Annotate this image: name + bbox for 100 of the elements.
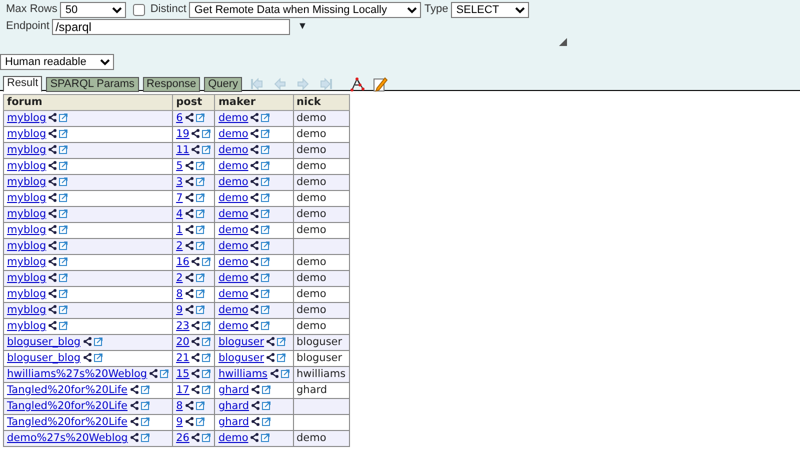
external-link-icon[interactable] [261, 161, 270, 170]
share-icon[interactable] [130, 401, 139, 410]
link[interactable]: bloguser [218, 352, 264, 364]
external-link-icon[interactable] [196, 161, 205, 170]
share-icon[interactable] [130, 385, 139, 394]
external-link-icon[interactable] [261, 113, 270, 122]
share-icon[interactable] [184, 177, 194, 186]
link[interactable]: demo [218, 224, 248, 236]
external-link-icon[interactable] [261, 273, 270, 282]
share-icon[interactable] [184, 161, 194, 170]
external-link-icon[interactable] [262, 417, 272, 426]
link[interactable]: demo [218, 304, 248, 316]
link[interactable]: demo [218, 272, 248, 284]
external-link-icon[interactable] [196, 225, 205, 234]
external-link-icon[interactable] [196, 401, 205, 410]
link[interactable]: 26 [176, 432, 190, 444]
share-icon[interactable] [191, 145, 200, 154]
link[interactable]: demo [218, 128, 248, 140]
share-icon[interactable] [184, 289, 194, 298]
link[interactable]: ghard [218, 400, 250, 412]
share-icon[interactable] [191, 433, 200, 442]
link[interactable]: demo [218, 432, 248, 444]
share-icon[interactable] [184, 417, 194, 426]
resize-grip-icon[interactable] [559, 38, 568, 46]
external-link-icon[interactable] [202, 353, 212, 362]
external-link-icon[interactable] [261, 257, 270, 266]
link[interactable]: myblog [7, 128, 46, 140]
share-icon[interactable] [250, 113, 260, 122]
external-link-icon[interactable] [262, 385, 272, 394]
link[interactable]: 4 [176, 208, 183, 220]
link[interactable]: 3 [176, 176, 183, 188]
external-link-icon[interactable] [277, 353, 286, 362]
link[interactable]: myblog [7, 304, 46, 316]
share-icon[interactable] [82, 337, 92, 346]
external-link-icon[interactable] [261, 289, 270, 298]
share-icon[interactable] [184, 305, 194, 314]
share-icon[interactable] [250, 209, 260, 218]
format-select[interactable]: Human readable [0, 54, 114, 70]
external-link-icon[interactable] [262, 401, 272, 410]
share-icon[interactable] [191, 321, 200, 330]
link[interactable]: 19 [176, 128, 190, 140]
share-icon[interactable] [250, 129, 260, 138]
external-link-icon[interactable] [94, 337, 102, 346]
link[interactable]: 15 [176, 368, 190, 380]
external-link-icon[interactable] [59, 177, 68, 186]
share-icon[interactable] [48, 225, 58, 234]
external-link-icon[interactable] [261, 241, 270, 250]
share-icon[interactable] [250, 257, 260, 266]
max-rows-select[interactable]: 50 [60, 2, 126, 18]
share-icon[interactable] [48, 241, 58, 250]
external-link-icon[interactable] [59, 241, 68, 250]
external-link-icon[interactable] [196, 417, 205, 426]
external-link-icon[interactable] [277, 337, 286, 346]
external-link-icon[interactable] [261, 129, 270, 138]
external-link-icon[interactable] [59, 113, 68, 122]
external-link-icon[interactable] [261, 209, 270, 218]
link[interactable]: myblog [7, 256, 46, 268]
share-icon[interactable] [184, 113, 194, 122]
link[interactable]: 1 [176, 224, 183, 236]
link[interactable]: 11 [176, 144, 190, 156]
type-select[interactable]: SELECT [451, 2, 530, 18]
link[interactable]: bloguser_blog [7, 352, 80, 364]
external-link-icon[interactable] [140, 417, 150, 426]
link[interactable]: myblog [7, 192, 46, 204]
link[interactable]: 9 [176, 304, 183, 316]
share-icon[interactable] [191, 129, 200, 138]
link[interactable]: 20 [176, 336, 190, 348]
external-link-icon[interactable] [261, 225, 270, 234]
external-link-icon[interactable] [202, 369, 212, 378]
link[interactable]: myblog [7, 176, 46, 188]
link[interactable]: ghard [218, 416, 250, 428]
external-link-icon[interactable] [196, 289, 205, 298]
link[interactable]: Tangled%20for%20Life [7, 416, 128, 428]
link[interactable]: 2 [176, 272, 183, 284]
external-link-icon[interactable] [202, 337, 212, 346]
link[interactable]: hwilliams%27s%20Weblog [7, 368, 148, 380]
share-icon[interactable] [48, 193, 58, 202]
link[interactable]: myblog [7, 288, 46, 300]
link[interactable]: demo [218, 176, 248, 188]
share-icon[interactable] [48, 257, 58, 266]
share-icon[interactable] [250, 161, 260, 170]
share-icon[interactable] [82, 353, 92, 362]
tab[interactable]: Response [142, 77, 200, 92]
share-icon[interactable] [270, 369, 279, 378]
external-link-icon[interactable] [160, 369, 170, 378]
share-icon[interactable] [191, 385, 200, 394]
link[interactable]: myblog [7, 144, 46, 156]
share-icon[interactable] [251, 417, 260, 426]
external-link-icon[interactable] [140, 433, 150, 442]
link[interactable]: myblog [7, 224, 46, 236]
link[interactable]: demo [218, 208, 248, 220]
link[interactable]: 2 [176, 240, 183, 252]
share-icon[interactable] [184, 225, 194, 234]
external-link-icon[interactable] [261, 433, 270, 442]
link[interactable]: 5 [176, 160, 183, 172]
graph-icon[interactable] [350, 77, 366, 92]
endpoint-dropdown-caret[interactable]: ▼ [297, 19, 308, 34]
share-icon[interactable] [184, 401, 194, 410]
external-link-icon[interactable] [196, 177, 205, 186]
link[interactable]: myblog [7, 112, 46, 124]
